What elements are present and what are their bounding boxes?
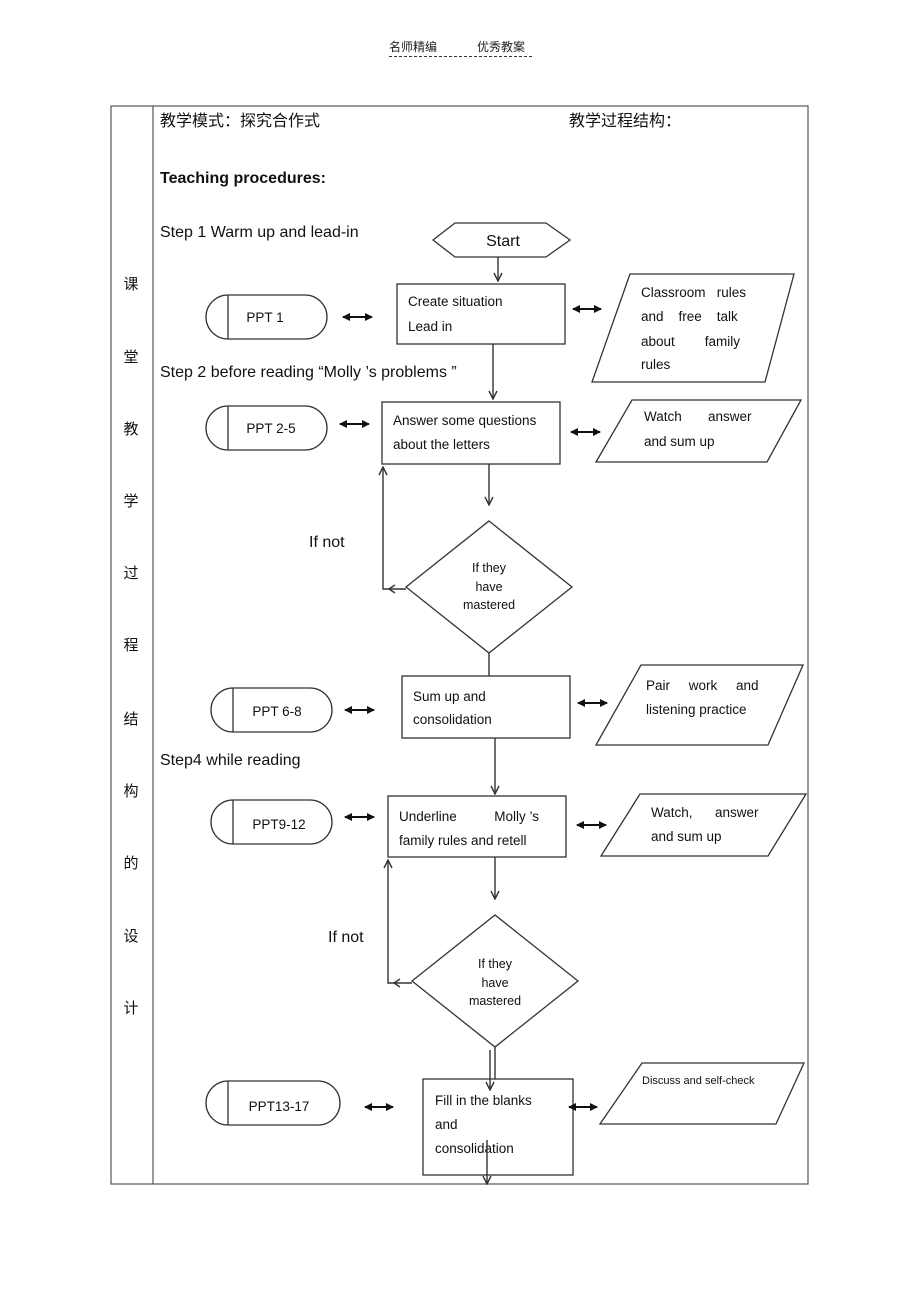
ppt-node-2: PPT 2-5	[205, 405, 328, 451]
teaching-mode-label: 教学模式：探究合作式	[160, 111, 320, 130]
start-label: Start	[486, 233, 520, 250]
activity-text-line: Watch, answer	[651, 805, 759, 820]
side-label-char: 教	[123, 420, 138, 438]
loop-back-arrow	[388, 860, 412, 984]
if-not-label: If not	[309, 534, 345, 551]
table-border	[110, 105, 809, 1185]
activity-node-3: Pair work and listening practice	[594, 664, 804, 746]
activity-text-line: and sum up	[644, 434, 715, 449]
process-node-1: Create situation Lead in	[396, 283, 566, 345]
step2-label: Step 2 before reading “Molly ’s problems…	[160, 364, 457, 381]
decision-text-line: have	[475, 580, 502, 594]
side-label-char: 堂	[123, 348, 138, 366]
process-text-line: Lead in	[408, 319, 452, 334]
ppt-label: PPT 1	[246, 310, 283, 325]
step1-label: Step 1 Warm up and lead-in	[160, 224, 359, 241]
decision-text-line: have	[481, 976, 508, 990]
lesson-flowchart: 课 堂 教 学 过 程 结 构 的 设 计 教学模式：探究合作式 教学过程结构：…	[110, 105, 809, 1303]
activity-text-line: listening practice	[646, 702, 747, 717]
side-label-char: 程	[123, 636, 138, 654]
side-label-char: 过	[123, 564, 138, 582]
side-label-char: 课	[123, 275, 138, 293]
activity-text-line: about family	[641, 334, 740, 349]
activity-text-line: rules	[641, 357, 671, 372]
decision-text-line: mastered	[463, 598, 515, 612]
side-label-char: 学	[123, 492, 138, 510]
start-node: Start	[431, 222, 572, 258]
process-node-3: Sum up and consolidation	[401, 675, 571, 739]
activity-node-5: Discuss and self-check	[598, 1062, 806, 1125]
ppt-label: PPT9-12	[252, 817, 305, 832]
side-label-char: 构	[123, 782, 138, 800]
process-text-line: family rules and retell	[399, 833, 527, 848]
teaching-structure-label: 教学过程结构：	[569, 111, 681, 130]
decision-text-line: mastered	[469, 994, 521, 1008]
ppt-node-3: PPT 6-8	[210, 687, 333, 733]
loop-back-arrow	[383, 467, 406, 590]
side-label-char: 计	[123, 999, 138, 1017]
process-text-line: Create situation	[408, 294, 503, 309]
decision-text-line: If they	[472, 561, 507, 575]
process-text-line: about the letters	[393, 437, 490, 452]
activity-text-line: Classroom rules	[641, 285, 746, 300]
activity-text-line: Pair work and	[646, 678, 759, 693]
process-text-line: Sum up and	[413, 689, 486, 704]
ppt-label: PPT13-17	[249, 1099, 310, 1114]
ppt-node-5: PPT13-17	[205, 1080, 341, 1126]
ppt-label: PPT 6-8	[252, 704, 301, 719]
decision-node-2: If they have mastered	[410, 914, 580, 1048]
side-label-column: 课 堂 教 学 过 程 结 构 的 设 计	[123, 275, 138, 1017]
side-label-char: 设	[123, 927, 138, 945]
side-label-char: 的	[123, 854, 138, 872]
ppt-label: PPT 2-5	[246, 421, 295, 436]
activity-node-4: Watch, answer and sum up	[599, 793, 808, 857]
process-text-line: Fill in the blanks	[435, 1093, 532, 1108]
process-text-line: consolidation	[413, 712, 492, 727]
step4-label: Step4 while reading	[160, 752, 301, 769]
process-node-2: Answer some questions about the letters	[381, 401, 561, 465]
activity-text-line: Discuss and self-check	[642, 1075, 755, 1087]
activity-text-line: and free talk	[641, 309, 738, 324]
if-not-label: If not	[328, 929, 364, 946]
decision-text-line: If they	[478, 957, 513, 971]
ppt-node-4: PPT9-12	[210, 799, 333, 845]
process-text-line: Underline Molly ’s	[399, 809, 539, 824]
process-node-4: Underline Molly ’s family rules and rete…	[387, 795, 567, 858]
activity-node-1: Classroom rules and free talk about fami…	[591, 273, 795, 383]
process-text-line: Answer some questions	[393, 413, 537, 428]
process-text-line: and	[435, 1117, 458, 1132]
activity-text-line: and sum up	[651, 829, 722, 844]
procedures-title: Teaching procedures:	[160, 170, 326, 187]
side-label-char: 结	[123, 710, 138, 728]
process-node-5: Fill in the blanks and consolidation	[422, 1078, 574, 1176]
activity-node-2: Watch answer and sum up	[594, 399, 803, 463]
activity-text-line: Watch answer	[644, 409, 752, 424]
decision-node-1: If they have mastered	[404, 520, 574, 654]
process-text-line: consolidation	[435, 1141, 514, 1156]
ppt-node-1: PPT 1	[205, 294, 328, 340]
